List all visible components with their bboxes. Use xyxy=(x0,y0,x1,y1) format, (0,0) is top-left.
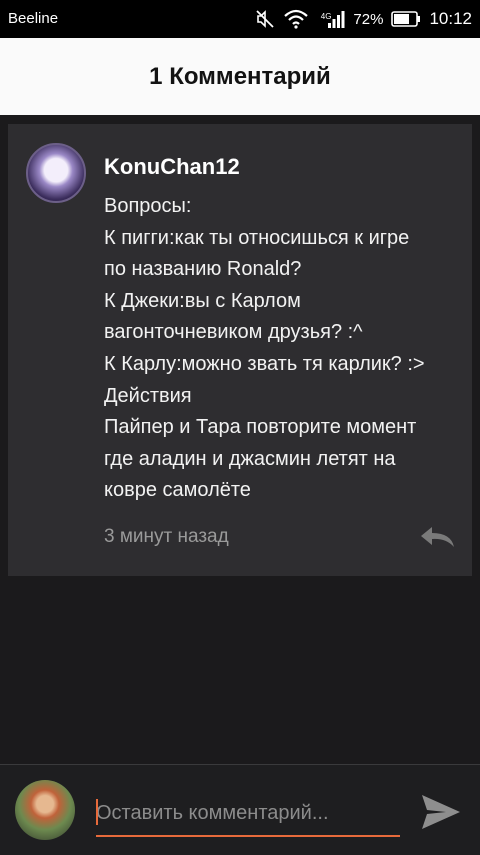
battery-icon xyxy=(391,11,421,27)
comment-line: Действия xyxy=(104,384,192,407)
wifi-icon xyxy=(284,9,308,29)
reply-icon[interactable] xyxy=(418,524,458,550)
comment-line: по названию Ronald? xyxy=(104,258,302,281)
comment-line: ковре самолёте xyxy=(104,479,251,502)
avatar[interactable] xyxy=(26,143,86,203)
comment-compose-bar xyxy=(0,764,480,855)
comment-line: К пигги:как ты относишься к игре xyxy=(104,226,410,249)
comment-input[interactable] xyxy=(96,791,400,837)
battery-percent: 72% xyxy=(353,10,384,28)
comment-line: К Карлу:можно звать тя карлик? :> xyxy=(104,352,425,375)
page-title: 1 Комментарий xyxy=(149,62,331,90)
comment-username[interactable]: KonuChan12 xyxy=(104,154,240,180)
carrier-label: Beeline xyxy=(8,10,59,27)
comment-timestamp: 3 минут назад xyxy=(104,526,229,547)
comment-line: где аладин и джасмин летят на xyxy=(104,447,396,470)
text-cursor xyxy=(96,799,98,825)
avatar[interactable] xyxy=(15,780,75,840)
comment-line: Пайпер и Тара повторите момент xyxy=(104,416,417,439)
comments-header: 1 Комментарий xyxy=(0,38,480,115)
status-icons: 4G 72% 10:12 xyxy=(255,6,472,32)
send-icon[interactable] xyxy=(418,789,464,835)
comment-line: вагонточневиком друзья? :^ xyxy=(104,321,363,344)
comment-card: KonuChan12 Вопросы: К пигги:как ты относ… xyxy=(8,124,472,576)
network-type-label: 4G xyxy=(320,12,332,21)
mute-icon xyxy=(256,10,274,28)
comment-line: Вопросы: xyxy=(104,195,192,217)
status-bar: Beeline 4G 72% 10:12 xyxy=(0,0,480,38)
clock: 10:12 xyxy=(429,9,472,28)
comment-text: Вопросы: К пигги:как ты относишься к игр… xyxy=(104,191,464,507)
comment-line: К Джеки:вы с Карлом xyxy=(104,289,301,312)
